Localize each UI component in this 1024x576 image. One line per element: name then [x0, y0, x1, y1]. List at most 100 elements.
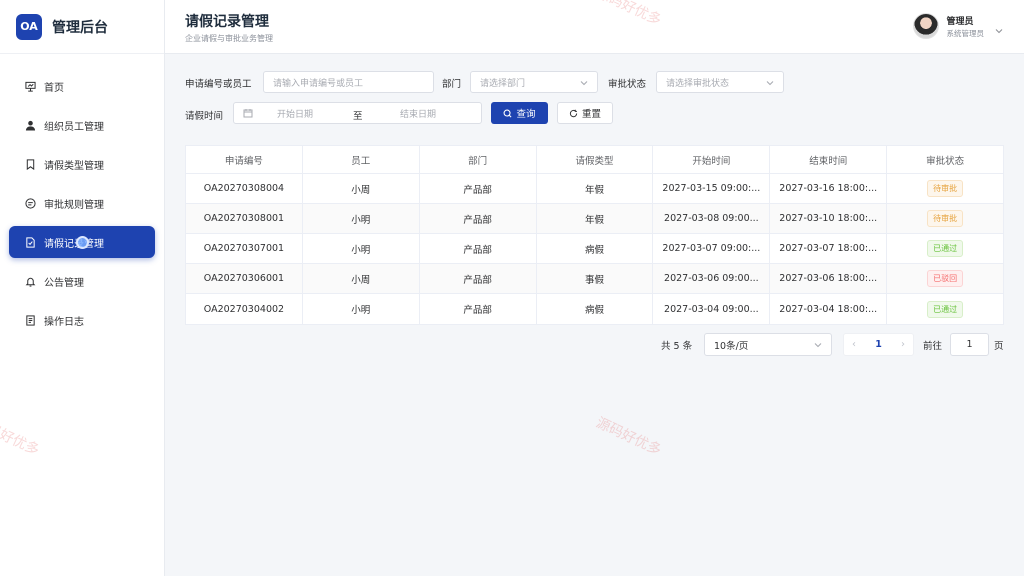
cell-end: 2027-03-16 18:00:...	[770, 174, 888, 203]
cell-type: 事假	[537, 264, 654, 293]
status-badge: 待审批	[927, 210, 964, 227]
cell-status: 待审批	[887, 174, 1003, 203]
table-row[interactable]: OA20270307001 小明 产品部 病假 2027-03-07 09:00…	[186, 234, 1003, 264]
main-content: 申请编号或员工 请输入申请编号或员工 部门 请选择部门 审批状态 请选择审批状态…	[165, 54, 1024, 576]
table-row[interactable]: OA20270308001 小明 产品部 年假 2027-03-08 09:00…	[186, 204, 1003, 234]
sidebar-item-announcements[interactable]: 公告管理	[9, 265, 155, 297]
column-header: 结束时间	[770, 146, 888, 173]
time-label: 请假时间	[185, 111, 224, 122]
log-icon	[25, 314, 36, 326]
bookmark-icon	[25, 158, 36, 170]
status-select[interactable]: 请选择审批状态	[656, 71, 784, 93]
date-range-picker[interactable]: 开始日期 至 结束日期	[233, 102, 482, 124]
sidebar-item-home[interactable]: 首页	[9, 70, 155, 102]
date-range-separator: 至	[353, 111, 363, 122]
cell-start: 2027-03-15 09:00:...	[653, 174, 771, 203]
sidebar-item-leave-types[interactable]: 请假类型管理	[9, 148, 155, 180]
goto-page-input[interactable]: 1	[950, 333, 989, 356]
sidebar-item-label: 请假类型管理	[44, 160, 104, 172]
status-badge: 已驳回	[927, 270, 964, 287]
user-info: 管理员 系统管理员	[947, 14, 985, 39]
status-badge: 待审批	[927, 180, 964, 197]
cell-id: OA20270308001	[186, 204, 303, 233]
user-name: 管理员	[946, 16, 974, 27]
cell-end: 2027-03-10 18:00:...	[770, 204, 888, 233]
start-date-input[interactable]: 开始日期	[277, 107, 313, 120]
cell-start: 2027-03-07 09:00:...	[653, 234, 771, 263]
rules-icon	[25, 197, 36, 209]
column-header: 请假类型	[537, 146, 654, 173]
status-badge: 已通过	[927, 300, 964, 318]
cell-id: OA20270307001	[186, 234, 303, 263]
cell-end: 2027-03-06 18:00:...	[770, 264, 888, 293]
presentation-icon	[25, 81, 36, 92]
end-date-input[interactable]: 结束日期	[400, 107, 436, 120]
cell-start: 2027-03-06 09:00...	[653, 264, 771, 293]
dept-placeholder: 请选择部门	[480, 78, 526, 89]
sidebar-item-label: 操作日志	[44, 316, 84, 328]
chevron-left-icon[interactable]: ‹	[852, 339, 856, 350]
document-icon	[25, 236, 36, 248]
search-button-label: 查询	[516, 109, 536, 120]
table-row[interactable]: OA20270308004 小周 产品部 年假 2027-03-15 09:00…	[186, 174, 1003, 204]
keyword-input[interactable]: 请输入申请编号或员工	[263, 71, 434, 93]
sidebar-item-label: 请假记录管理	[44, 238, 104, 250]
cell-type: 年假	[537, 174, 654, 203]
cell-type: 年假	[537, 204, 654, 233]
cell-start: 2027-03-08 09:00...	[653, 204, 771, 233]
chevron-down-icon[interactable]	[994, 21, 1004, 34]
dept-select[interactable]: 请选择部门	[470, 71, 598, 93]
bell-icon	[25, 276, 36, 287]
table-header-row: 申请编号 员工 部门 请假类型 开始时间 结束时间 审批状态	[186, 146, 1003, 174]
cell-employee: 小周	[303, 264, 420, 293]
pagination-total: 共 5 条	[661, 341, 693, 352]
sidebar-item-employees[interactable]: 组织员工管理	[9, 109, 155, 141]
page-subtitle: 企业请假与审批业务管理	[185, 34, 273, 43]
chevron-down-icon	[579, 78, 589, 91]
cell-status: 已驳回	[887, 264, 1003, 293]
table-row[interactable]: OA20270304002 小明 产品部 病假 2027-03-04 09:00…	[186, 294, 1003, 324]
cell-id: OA20270304002	[186, 294, 303, 324]
sidebar-item-leave-records[interactable]: 请假记录管理	[9, 226, 155, 258]
cell-type: 病假	[537, 294, 654, 324]
reset-button[interactable]: 重置	[557, 102, 613, 124]
column-header: 员工	[303, 146, 420, 173]
avatar[interactable]	[912, 13, 939, 39]
table-row[interactable]: OA20270306001 小周 产品部 事假 2027-03-06 09:00…	[186, 264, 1003, 294]
page-number-current[interactable]: 1	[875, 339, 882, 350]
page-title: 请假记录管理	[185, 14, 269, 30]
cell-end: 2027-03-04 18:00:...	[770, 294, 888, 324]
status-placeholder: 请选择审批状态	[666, 78, 730, 89]
cell-id: OA20270308004	[186, 174, 303, 203]
page-size-select[interactable]: 10条/页	[704, 333, 832, 356]
cell-id: OA20270306001	[186, 264, 303, 293]
brand-logo: OA	[16, 13, 42, 40]
cell-dept: 产品部	[420, 294, 537, 324]
cursor-indicator	[76, 236, 89, 249]
leave-records-table: 申请编号 员工 部门 请假类型 开始时间 结束时间 审批状态 OA2027030…	[185, 145, 1004, 325]
column-header: 开始时间	[653, 146, 771, 173]
column-header: 部门	[420, 146, 537, 173]
cell-dept: 产品部	[420, 264, 537, 293]
dept-label: 部门	[442, 79, 462, 90]
brand[interactable]: OA 管理后台	[0, 0, 164, 54]
cell-type: 病假	[537, 234, 654, 263]
sidebar-menu: 首页 组织员工管理 请假类型管理 审批规则管理 请假记录管理 公告管理 操作日志	[0, 54, 164, 336]
sidebar-item-label: 组织员工管理	[44, 121, 104, 133]
chevron-right-icon[interactable]: ›	[901, 339, 905, 350]
pagination-pager: ‹ 1 ›	[843, 333, 914, 356]
cell-status: 已通过	[887, 234, 1003, 263]
search-button[interactable]: 查询	[491, 102, 548, 124]
sidebar-item-operation-logs[interactable]: 操作日志	[9, 304, 155, 336]
cell-start: 2027-03-04 09:00...	[653, 294, 771, 324]
chevron-down-icon	[765, 78, 775, 91]
cell-end: 2027-03-07 18:00:...	[770, 234, 888, 263]
cell-dept: 产品部	[420, 234, 537, 263]
brand-name: 管理后台	[52, 19, 108, 36]
chevron-down-icon	[813, 340, 823, 353]
reset-button-label: 重置	[581, 109, 601, 120]
cell-dept: 产品部	[420, 174, 537, 203]
sidebar-item-approval-rules[interactable]: 审批规则管理	[9, 187, 155, 219]
cell-employee: 小明	[303, 294, 420, 324]
user-menu[interactable]: 管理员 系统管理员	[912, 13, 1005, 39]
